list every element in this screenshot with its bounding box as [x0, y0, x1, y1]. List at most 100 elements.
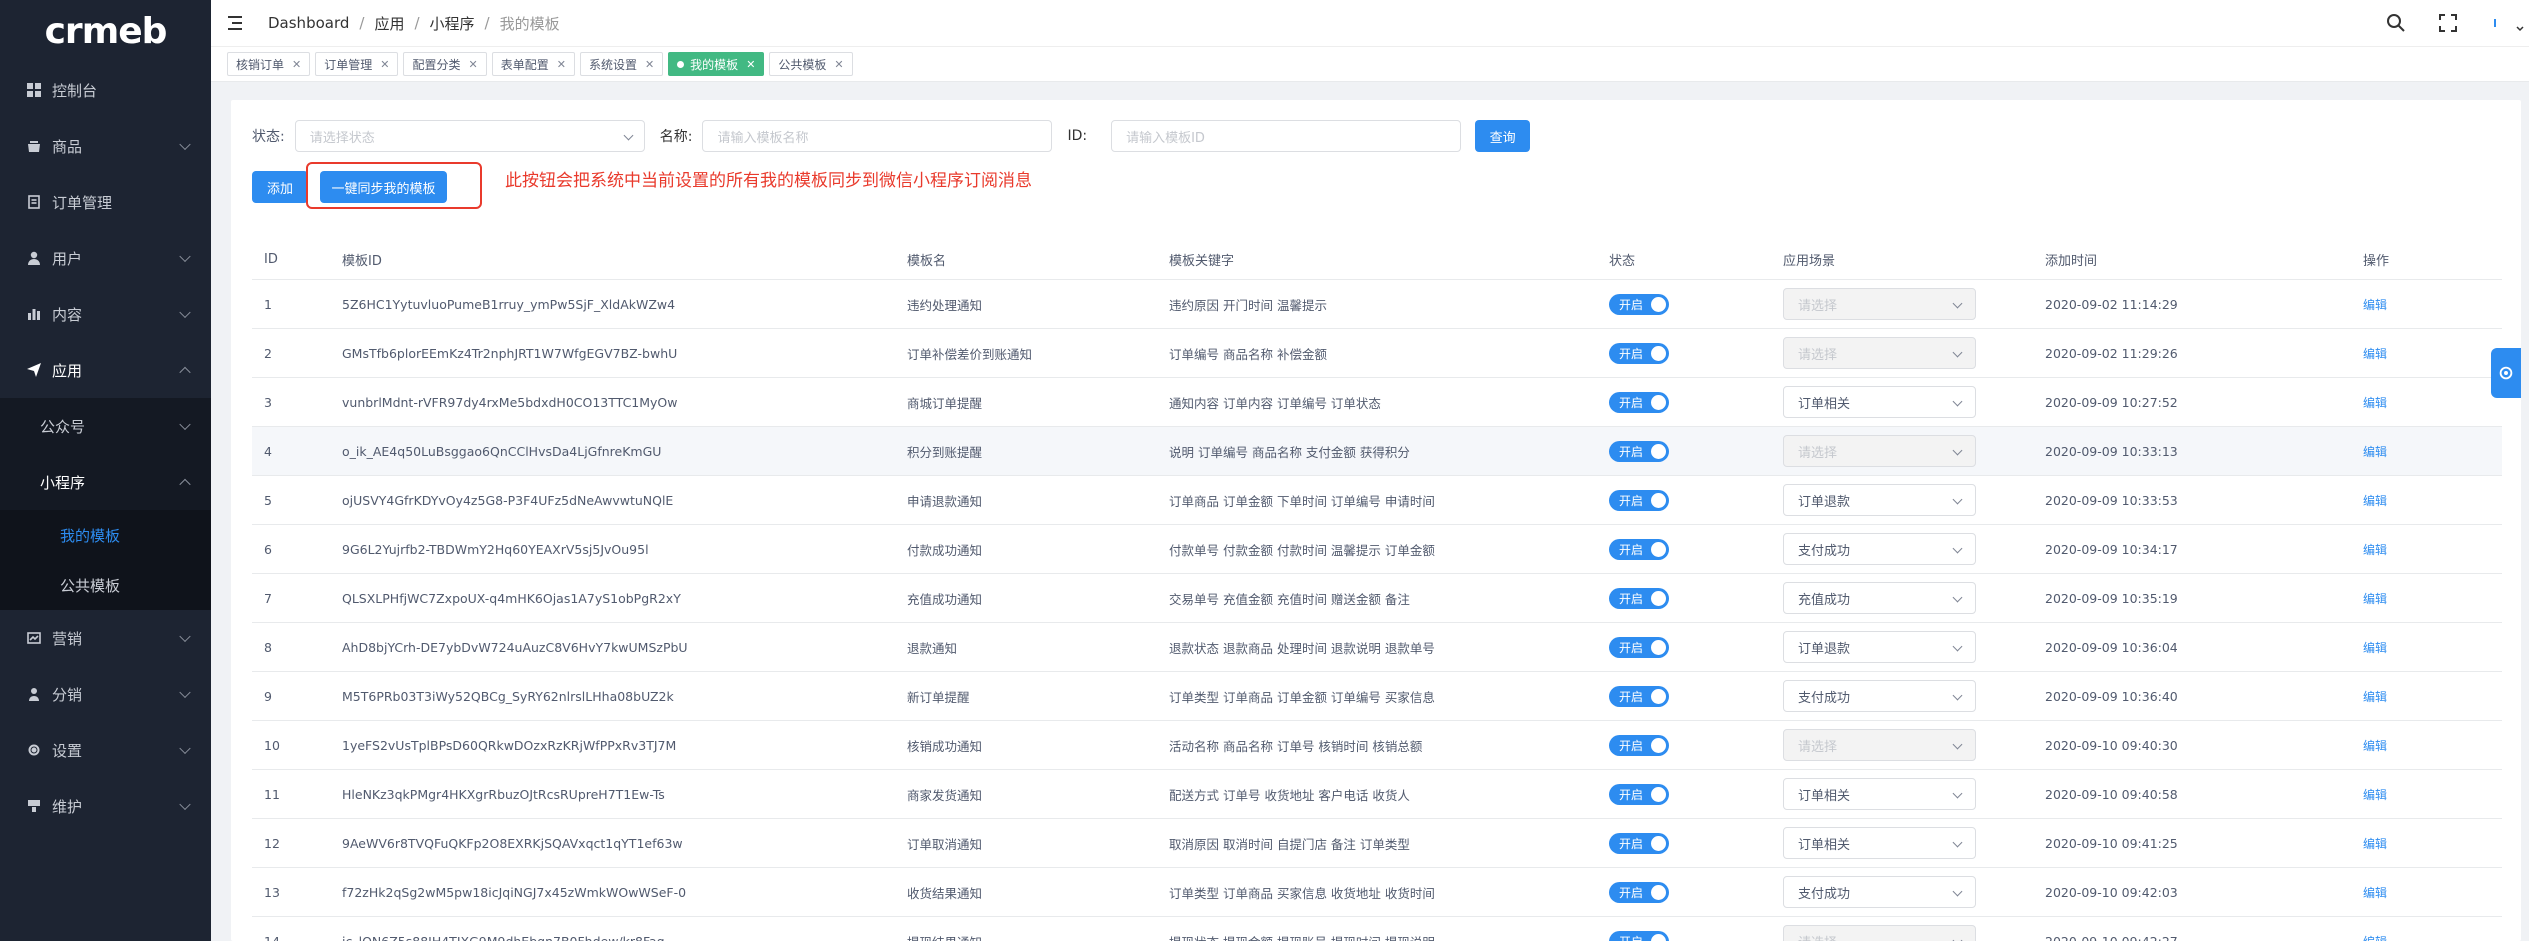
sidebar-item-menu-5[interactable]: 应用: [0, 342, 211, 398]
status-switch[interactable]: 开启: [1609, 685, 1669, 707]
cell-id: 4: [264, 443, 272, 459]
status-select[interactable]: 请选择状态: [294, 120, 645, 152]
sidebar-item-menu-4[interactable]: 内容: [0, 286, 211, 342]
sidebar-item-menu_bottom-3[interactable]: 维护: [0, 778, 211, 834]
cell-keywords: 订单商品 订单金额 下单时间 订单编号 申请时间: [1169, 493, 1435, 509]
edit-link[interactable]: 编辑: [2363, 494, 2387, 508]
close-icon[interactable]: ✕: [468, 58, 477, 71]
sidebar-item-menu-2[interactable]: 订单管理: [0, 174, 211, 230]
cell-id: 11: [264, 786, 280, 802]
scene-select[interactable]: 支付成功: [1783, 680, 1976, 712]
sidebar-item-menu-1[interactable]: 商品: [0, 118, 211, 174]
tab-5[interactable]: 我的模板 ✕: [668, 52, 765, 76]
sidebar-item-menu-0[interactable]: 控制台: [0, 62, 211, 118]
settings-float-button[interactable]: [2491, 348, 2521, 398]
tab-0[interactable]: 核销订单 ✕: [227, 52, 311, 76]
tab-6[interactable]: 公共模板 ✕: [769, 52, 853, 76]
edit-link[interactable]: 编辑: [2363, 445, 2387, 459]
edit-link[interactable]: 编辑: [2363, 690, 2387, 704]
chevron-down-icon: [1952, 837, 1963, 848]
edit-link[interactable]: 编辑: [2363, 935, 2387, 941]
close-icon[interactable]: ✕: [292, 58, 301, 71]
avatar[interactable]: [2489, 12, 2529, 34]
status-switch[interactable]: 开启: [1609, 881, 1669, 903]
query-button[interactable]: 查询: [1475, 120, 1531, 152]
scene-select[interactable]: 充值成功: [1783, 582, 1976, 614]
cell-keywords: 配送方式 订单号 收货地址 客户电话 收货人: [1169, 787, 1410, 803]
edit-link[interactable]: 编辑: [2363, 347, 2387, 361]
id-input[interactable]: 请输入模板ID: [1111, 120, 1462, 152]
fullscreen-icon[interactable]: [2437, 12, 2459, 34]
scene-select[interactable]: 订单相关: [1783, 827, 1976, 859]
status-switch[interactable]: 开启: [1609, 930, 1669, 941]
tab-3[interactable]: 表单配置 ✕: [491, 52, 575, 76]
search-icon[interactable]: [2385, 12, 2407, 34]
edit-link[interactable]: 编辑: [2363, 396, 2387, 410]
status-switch[interactable]: 开启: [1609, 538, 1669, 560]
scene-value: 订单相关: [1798, 788, 1851, 804]
scene-select[interactable]: 订单相关: [1783, 386, 1976, 418]
cell-keywords: 订单编号 商品名称 补偿金额: [1169, 346, 1327, 362]
breadcrumb-item-app[interactable]: 应用: [374, 13, 404, 34]
th-keywords: 模板关键字: [1169, 254, 1235, 269]
distribution-icon: [26, 686, 42, 702]
cell-template-name: 积分到账提醒: [907, 444, 983, 460]
tab-2[interactable]: 配置分类 ✕: [403, 52, 487, 76]
add-button[interactable]: 添加: [252, 171, 308, 203]
edit-link[interactable]: 编辑: [2363, 592, 2387, 606]
sidebar-item-my-template[interactable]: 我的模板: [0, 510, 211, 560]
edit-link[interactable]: 编辑: [2363, 886, 2387, 900]
status-switch[interactable]: 开启: [1609, 636, 1669, 658]
sidebar-item-menu-3[interactable]: 用户: [0, 230, 211, 286]
chevron-down-icon: [623, 130, 634, 141]
scene-select[interactable]: 支付成功: [1783, 533, 1976, 565]
status-switch[interactable]: 开启: [1609, 587, 1669, 609]
cell-template-name: 违约处理通知: [907, 297, 983, 313]
edit-link[interactable]: 编辑: [2363, 543, 2387, 557]
close-icon[interactable]: ✕: [557, 58, 566, 71]
edit-link[interactable]: 编辑: [2363, 739, 2387, 753]
edit-link[interactable]: 编辑: [2363, 298, 2387, 312]
cell-keywords: 退款状态 退款商品 处理时间 退款说明 退款单号: [1169, 640, 1435, 656]
cell-template-id: 9G6L2Yujrfb2-TBDWmY2Hq60YEAXrV5sj5JvOu95…: [342, 541, 649, 557]
edit-link[interactable]: 编辑: [2363, 837, 2387, 851]
status-switch[interactable]: 开启: [1609, 391, 1669, 413]
name-input[interactable]: 请输入模板名称: [702, 120, 1053, 152]
switch-label: 开启: [1619, 885, 1644, 900]
sidebar-item-xcx[interactable]: 小程序: [0, 454, 211, 510]
status-switch[interactable]: 开启: [1609, 342, 1669, 364]
scene-select[interactable]: 请选择: [1783, 729, 1976, 761]
close-icon[interactable]: ✕: [380, 58, 389, 71]
scene-select[interactable]: 请选择: [1783, 435, 1976, 467]
close-icon[interactable]: ✕: [834, 58, 843, 71]
status-switch[interactable]: 开启: [1609, 783, 1669, 805]
tab-1[interactable]: 订单管理 ✕: [315, 52, 399, 76]
sidebar-item-public-template[interactable]: 公共模板: [0, 560, 211, 610]
sidebar-item-menu_bottom-2[interactable]: 设置: [0, 722, 211, 778]
status-switch[interactable]: 开启: [1609, 440, 1669, 462]
breadcrumb-item-dashboard[interactable]: Dashboard: [268, 14, 349, 32]
switch-knob: [1651, 394, 1666, 410]
menu-toggle-icon[interactable]: [228, 16, 246, 30]
scene-select[interactable]: 订单退款: [1783, 631, 1976, 663]
edit-link[interactable]: 编辑: [2363, 641, 2387, 655]
status-switch[interactable]: 开启: [1609, 293, 1669, 315]
close-icon[interactable]: ✕: [645, 58, 654, 71]
status-switch[interactable]: 开启: [1609, 489, 1669, 511]
scene-select[interactable]: 订单退款: [1783, 484, 1976, 516]
status-switch[interactable]: 开启: [1609, 734, 1669, 756]
scene-select[interactable]: 请选择: [1783, 337, 1976, 369]
cell-template-id: ic_lQN6Z5s88JH4TJXG9M9dhEbgn7B0Fhdew/kr8…: [342, 933, 665, 941]
sidebar-item-gzh[interactable]: 公众号: [0, 398, 211, 454]
sidebar-item-menu_bottom-1[interactable]: 分销: [0, 666, 211, 722]
scene-select[interactable]: 请选择: [1783, 925, 1976, 941]
close-icon[interactable]: ✕: [746, 58, 755, 71]
scene-select[interactable]: 支付成功: [1783, 876, 1976, 908]
tab-4[interactable]: 系统设置 ✕: [579, 52, 664, 76]
breadcrumb-item-xcx[interactable]: 小程序: [430, 13, 475, 34]
status-switch[interactable]: 开启: [1609, 832, 1669, 854]
scene-select[interactable]: 订单相关: [1783, 778, 1976, 810]
edit-link[interactable]: 编辑: [2363, 788, 2387, 802]
scene-select[interactable]: 请选择: [1783, 288, 1976, 320]
sidebar-item-menu_bottom-0[interactable]: 营销: [0, 610, 211, 666]
